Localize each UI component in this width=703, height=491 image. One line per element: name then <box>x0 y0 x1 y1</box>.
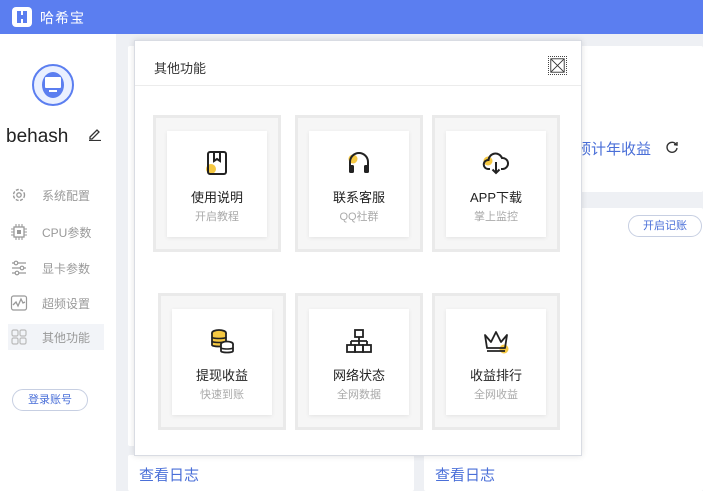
annual-earnings-label: 预计年收益 <box>576 141 652 158</box>
headset-icon <box>348 152 369 173</box>
tile-title: 联系客服 <box>332 190 385 205</box>
app-logo-icon <box>12 7 32 27</box>
book-icon <box>206 151 227 175</box>
other-functions-dialog: 其他功能 使用说明 开启教程 联系客服 QQ社群 APP下载 掌上监控 提现收益… <box>134 40 582 456</box>
dialog-divider <box>135 85 581 86</box>
sliders-icon <box>12 260 26 276</box>
sidebar: behash 系统配置 CPU参数 显卡参数 超频设置 其他功能 登录账号 <box>0 34 116 491</box>
crown-icon <box>484 331 509 354</box>
dialog-title: 其他功能 <box>154 61 207 76</box>
user-name: behash <box>6 126 69 147</box>
view-log-link-right[interactable]: 查看日志 <box>435 464 495 485</box>
open-record-button[interactable]: 开启记账 <box>628 215 702 237</box>
edit-icon[interactable] <box>88 127 102 141</box>
grid-icon <box>11 329 27 345</box>
tile-subtitle: 掌上监控 <box>474 211 518 223</box>
tile-title: 收益排行 <box>469 368 522 383</box>
tile-earnings-ranking[interactable]: 收益排行 全网收益 <box>432 293 560 430</box>
sidebar-item-label: 系统配置 <box>42 188 91 203</box>
app-title: 哈希宝 <box>40 10 85 26</box>
sidebar-item-label: 显卡参数 <box>42 261 91 276</box>
tile-customer-service[interactable]: 联系客服 QQ社群 <box>295 115 423 252</box>
pulse-icon <box>10 295 28 311</box>
sidebar-item-label: CPU参数 <box>42 225 92 240</box>
tile-title: 使用说明 <box>190 190 243 205</box>
tile-network-status[interactable]: 网络状态 全网数据 <box>295 293 423 430</box>
sidebar-item-gpu-params[interactable]: 显卡参数 <box>8 255 104 281</box>
tile-subtitle: 全网数据 <box>337 389 381 401</box>
tile-subtitle: 快速到账 <box>200 389 244 401</box>
gear-icon <box>12 188 26 202</box>
view-log-link-left[interactable]: 查看日志 <box>139 464 199 485</box>
sidebar-item-label: 超频设置 <box>42 296 91 311</box>
cpu-icon <box>11 224 27 240</box>
coins-icon <box>211 329 234 354</box>
sidebar-item-overclock[interactable]: 超频设置 <box>8 290 104 316</box>
network-icon <box>346 329 372 353</box>
tile-subtitle: QQ社群 <box>339 211 379 223</box>
tile-withdraw-earnings[interactable]: 提现收益 快速到账 <box>158 293 286 430</box>
sidebar-item-other-functions[interactable]: 其他功能 <box>8 324 104 350</box>
tile-app-download[interactable]: APP下载 掌上监控 <box>432 115 560 252</box>
tile-title: APP下载 <box>469 190 522 205</box>
device-monitor-icon <box>32 64 74 106</box>
tile-title: 网络状态 <box>332 368 385 383</box>
refresh-icon[interactable] <box>665 140 679 154</box>
tile-subtitle: 开启教程 <box>195 211 239 223</box>
sidebar-item-cpu-params[interactable]: CPU参数 <box>8 219 104 245</box>
close-icon[interactable] <box>548 56 567 75</box>
tile-title: 提现收益 <box>195 368 248 383</box>
tile-user-guide[interactable]: 使用说明 开启教程 <box>153 115 281 252</box>
title-bar: 哈希宝 <box>0 0 703 34</box>
cloud-download-icon <box>482 152 509 175</box>
sidebar-item-label: 其他功能 <box>42 330 91 345</box>
tile-subtitle: 全网收益 <box>474 389 518 401</box>
login-button[interactable]: 登录账号 <box>12 389 88 411</box>
sidebar-item-system-config[interactable]: 系统配置 <box>8 182 104 208</box>
